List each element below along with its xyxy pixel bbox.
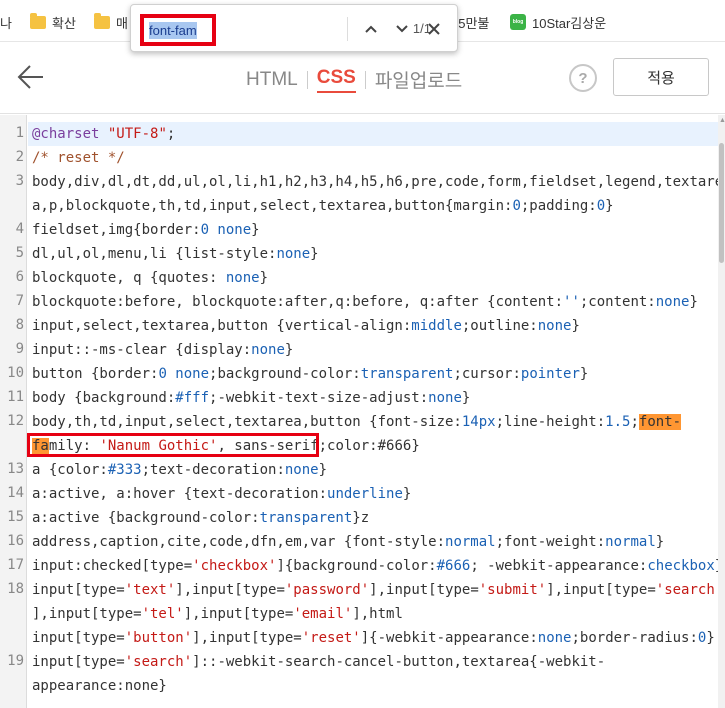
line-number: 14 — [7, 485, 24, 501]
line-number: 15 — [7, 509, 24, 525]
find-next-button[interactable] — [390, 17, 414, 41]
bookmark-label: 매 — [116, 15, 128, 31]
bookmark-label: 10Star김상운 — [532, 15, 607, 31]
line-number: 11 — [7, 389, 24, 405]
find-input[interactable]: font-fam — [140, 14, 216, 46]
bookmark-label: 나 — [0, 15, 12, 31]
line-number: 17 — [7, 557, 24, 573]
line-number: 8 — [15, 317, 24, 333]
code-line: blockquote, q {quotes: none} — [32, 270, 269, 286]
code-line: a {color:#333;text-decoration:none} — [32, 462, 328, 478]
code-line: @charset "UTF-8"; — [32, 126, 176, 142]
line-number: 16 — [7, 533, 24, 549]
code-line: a,p,blockquote,th,td,input,select,textar… — [32, 198, 614, 214]
code-line: input::-ms-clear {display:none} — [32, 342, 294, 358]
tab-file-upload[interactable]: 파일업로드 — [375, 66, 462, 93]
scroll-up-arrow-icon[interactable]: ▲ — [719, 117, 725, 125]
find-close-button[interactable] — [422, 17, 446, 41]
tab-divider — [364, 70, 366, 89]
bookmark-item[interactable]: blog 10Star김상운 — [510, 12, 606, 32]
code-line: input[type='button'],input[type='reset']… — [32, 630, 715, 646]
code-line: fieldset,img{border:0 none} — [32, 222, 260, 238]
help-button[interactable]: ? — [569, 64, 597, 92]
line-number: 10 — [7, 365, 24, 381]
code-line: body {background:#fff;-webkit-text-size-… — [32, 390, 471, 406]
editor-header: HTML CSS 파일업로드 ? 적용 — [0, 42, 725, 114]
folder-icon — [30, 12, 46, 29]
code-line: appearance:none} — [32, 678, 167, 694]
code-line: body,div,dl,dt,dd,ul,ol,li,h1,h2,h3,h4,h… — [32, 174, 724, 190]
bookmark-folder[interactable]: 매 — [94, 12, 128, 32]
find-bar: font-fam 1/1 — [130, 4, 458, 52]
bookmark-item[interactable]: 나 — [0, 12, 12, 32]
code-line: body,th,td,input,select,textarea,button … — [32, 414, 682, 430]
code-line: a:active, a:hover {text-decoration:under… — [32, 486, 412, 502]
arrow-left-icon — [17, 65, 43, 89]
folder-icon — [94, 12, 110, 29]
code-line: input,select,textarea,button {vertical-a… — [32, 318, 580, 334]
vertical-scrollbar[interactable]: ▲ — [718, 115, 725, 708]
css-code-editor[interactable]: 1 2 3 4 5 6 7 8 9 10 11 12 13 14 15 16 1… — [0, 115, 725, 708]
apply-button[interactable]: 적용 — [613, 58, 709, 96]
code-line: input[type='text'],input[type='password'… — [32, 582, 724, 598]
tab-css[interactable]: CSS — [316, 67, 356, 93]
find-previous-button[interactable] — [359, 17, 383, 41]
code-line: a:active {background-color:transparent}z — [32, 510, 370, 526]
tab-divider — [306, 70, 308, 89]
line-number: 3 — [15, 173, 24, 189]
code-line: ],input[type='tel'],input[type='email'],… — [32, 606, 403, 622]
annotation-highlight-box — [27, 433, 319, 457]
chevron-down-icon — [396, 25, 408, 33]
line-number: 6 — [15, 269, 24, 285]
line-number: 2 — [15, 149, 24, 165]
line-number: 12 — [7, 413, 24, 429]
blog-icon: blog — [510, 14, 526, 30]
code-line: input[type='search']::-webkit-search-can… — [32, 654, 606, 670]
line-number-gutter: 1 2 3 4 5 6 7 8 9 10 11 12 13 14 15 16 1… — [0, 115, 27, 708]
line-number: 4 — [15, 221, 24, 237]
bookmark-folder[interactable]: 확산 — [30, 12, 76, 32]
line-number: 9 — [15, 341, 24, 357]
line-number: 7 — [15, 293, 24, 309]
line-number: 18 — [7, 581, 24, 597]
help-icon: ? — [578, 69, 588, 87]
back-button[interactable] — [16, 62, 46, 92]
scrollbar-thumb[interactable] — [719, 143, 724, 263]
line-number: 1 — [15, 125, 24, 141]
code-line: input:checked[type='checkbox']{backgroun… — [32, 558, 723, 574]
find-divider — [347, 17, 348, 41]
line-number: 5 — [15, 245, 24, 261]
code-line: /* reset */ — [32, 150, 125, 166]
close-icon — [428, 23, 440, 35]
code-line: blockquote:before, blockquote:after,q:be… — [32, 294, 698, 310]
editor-tabs: HTML CSS 파일업로드 — [246, 66, 462, 93]
tab-html[interactable]: HTML — [246, 69, 298, 91]
line-number: 19 — [7, 653, 24, 669]
find-query: font-fam — [149, 21, 197, 39]
code-line: dl,ul,ol,menu,li {list-style:none} — [32, 246, 319, 262]
line-number: 13 — [7, 461, 24, 477]
code-line: button {border:0 none;background-color:t… — [32, 366, 589, 382]
code-line: address,caption,cite,code,dfn,em,var {fo… — [32, 534, 665, 550]
chevron-up-icon — [365, 25, 377, 33]
bookmark-label: 확산 — [52, 15, 76, 31]
